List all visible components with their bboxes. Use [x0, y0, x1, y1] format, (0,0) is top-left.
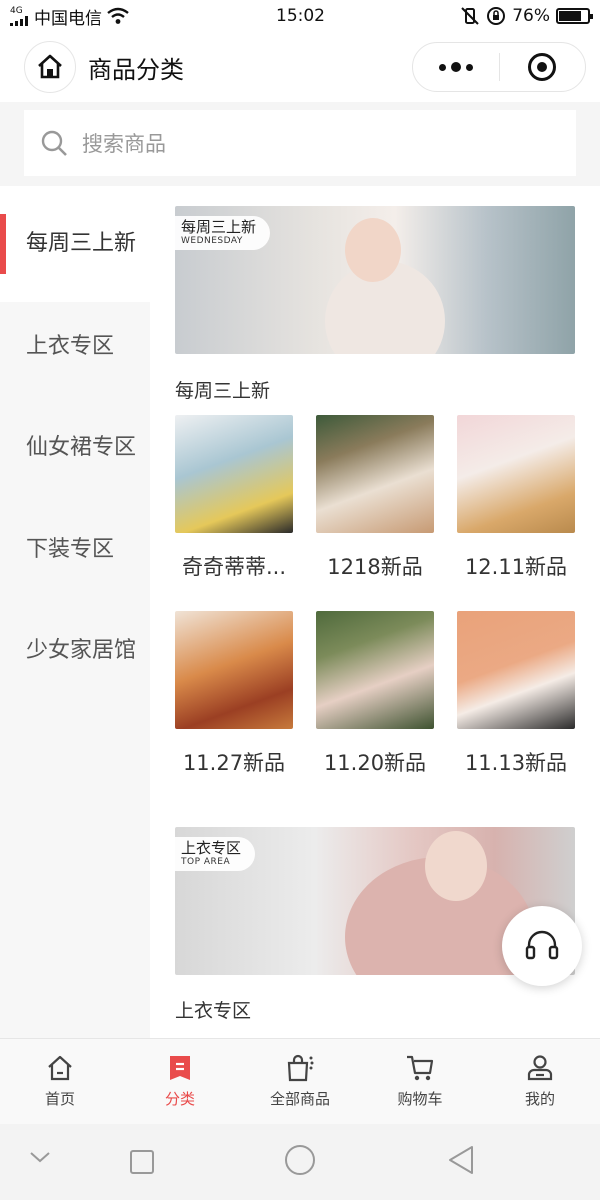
home-button[interactable]	[24, 41, 76, 93]
target-icon	[528, 53, 557, 81]
network-type: 4G	[10, 5, 23, 16]
customer-service-button[interactable]	[502, 906, 582, 986]
banner-tag: 上衣专区 TOP AREA	[175, 837, 256, 871]
product-card[interactable]: 奇奇蒂蒂...	[175, 415, 293, 581]
sidebar-item-home[interactable]: 少女家居馆	[0, 596, 150, 706]
recent-apps-button[interactable]	[128, 1148, 156, 1176]
tab-label: 全部商品	[269, 1090, 330, 1108]
tab-home[interactable]: 首页	[0, 1039, 120, 1124]
product-label: 11.27新品	[182, 751, 286, 775]
sidebar-item-bottoms[interactable]: 下装专区	[0, 504, 150, 596]
banner-tag-subtitle: TOP AREA	[181, 857, 231, 867]
category-sidebar: 每周三上新 上衣专区 仙女裙专区 下装专区 少女家居馆	[0, 186, 150, 1038]
section-title: 上衣专区	[175, 1000, 252, 1022]
product-label: 11.13新品	[464, 751, 568, 775]
nav-bar: 商品分类	[0, 32, 600, 102]
search-bar: 搜索商品	[0, 102, 600, 186]
signal-icon: 4G	[10, 5, 30, 26]
section-title: 每周三上新	[175, 380, 271, 402]
tab-category[interactable]: 分类	[120, 1039, 240, 1124]
tab-me[interactable]: 我的	[480, 1039, 600, 1124]
chevron-down-icon	[30, 1152, 50, 1163]
system-nav-bar	[0, 1124, 600, 1200]
product-image	[457, 611, 575, 729]
sidebar-item-label: 少女家居馆	[26, 638, 137, 663]
sidebar-item-skirts[interactable]: 仙女裙专区	[0, 392, 150, 504]
square-icon	[130, 1150, 154, 1174]
user-icon	[527, 1055, 553, 1081]
sidebar-item-label: 下装专区	[26, 537, 115, 562]
product-label: 奇奇蒂蒂...	[181, 555, 287, 579]
vibrate-mute-icon	[461, 7, 479, 25]
product-card[interactable]: 1218新品	[316, 415, 434, 581]
sidebar-item-wednesday-new[interactable]: 每周三上新	[0, 186, 150, 302]
sidebar-item-label: 上衣专区	[26, 334, 115, 359]
circle-icon	[285, 1145, 315, 1175]
home-icon	[48, 1055, 72, 1081]
category-banner[interactable]: 每周三上新 WEDNESDAY	[175, 206, 575, 354]
battery-icon	[556, 8, 593, 24]
more-dots-icon	[438, 62, 473, 72]
status-bar: 4G 中国电信 15:02 76%	[0, 0, 600, 32]
product-image	[175, 611, 293, 729]
tab-label: 首页	[44, 1090, 75, 1108]
banner-tag-subtitle: WEDNESDAY	[181, 236, 243, 246]
clock: 15:02	[276, 6, 325, 26]
page-title: 商品分类	[88, 55, 184, 84]
product-image	[316, 415, 434, 533]
close-mini-program-button[interactable]	[500, 43, 586, 91]
hide-nav-button[interactable]	[28, 1150, 52, 1164]
product-card[interactable]: 11.13新品	[457, 611, 575, 777]
banner-tag-title: 每周三上新	[181, 218, 257, 236]
category-icon	[170, 1056, 190, 1080]
search-input[interactable]: 搜索商品	[24, 110, 576, 176]
product-image	[175, 415, 293, 533]
product-label: 11.20新品	[323, 751, 427, 775]
home-icon	[38, 54, 62, 79]
product-card[interactable]: 11.20新品	[316, 611, 434, 777]
headset-icon	[525, 930, 559, 960]
tab-label: 购物车	[397, 1090, 443, 1108]
tab-label: 我的	[524, 1090, 555, 1108]
mini-program-capsule	[412, 42, 586, 92]
banner-face	[425, 831, 487, 901]
wifi-icon	[107, 7, 129, 24]
back-button[interactable]	[446, 1144, 476, 1176]
shopping-bag-icon	[287, 1054, 314, 1082]
banner-tag: 每周三上新 WEDNESDAY	[175, 216, 271, 250]
search-icon	[41, 130, 67, 156]
tab-all-products[interactable]: 全部商品	[240, 1039, 360, 1124]
system-home-button[interactable]	[284, 1144, 316, 1176]
tab-bar: 首页 分类 全部商品 购物车 我的	[0, 1038, 600, 1124]
product-image	[457, 415, 575, 533]
product-label: 1218新品	[327, 555, 423, 579]
rotation-lock-icon	[487, 7, 506, 25]
product-card[interactable]: 12.11新品	[457, 415, 575, 581]
carrier-name: 中国电信	[34, 8, 102, 29]
sidebar-item-label: 每周三上新	[26, 231, 137, 256]
tab-label: 分类	[164, 1090, 195, 1108]
tab-cart[interactable]: 购物车	[360, 1039, 480, 1124]
search-placeholder: 搜索商品	[82, 132, 166, 156]
product-image	[316, 611, 434, 729]
banner-tag-title: 上衣专区	[181, 839, 242, 857]
back-triangle-icon	[449, 1146, 473, 1174]
product-label: 12.11新品	[464, 555, 568, 579]
more-button[interactable]	[413, 43, 499, 91]
product-card[interactable]: 11.27新品	[175, 611, 293, 777]
battery-percent: 76%	[512, 6, 550, 26]
banner-face	[345, 218, 401, 282]
sidebar-item-tops[interactable]: 上衣专区	[0, 302, 150, 392]
sidebar-item-label: 仙女裙专区	[26, 435, 137, 460]
cart-icon	[407, 1055, 434, 1081]
